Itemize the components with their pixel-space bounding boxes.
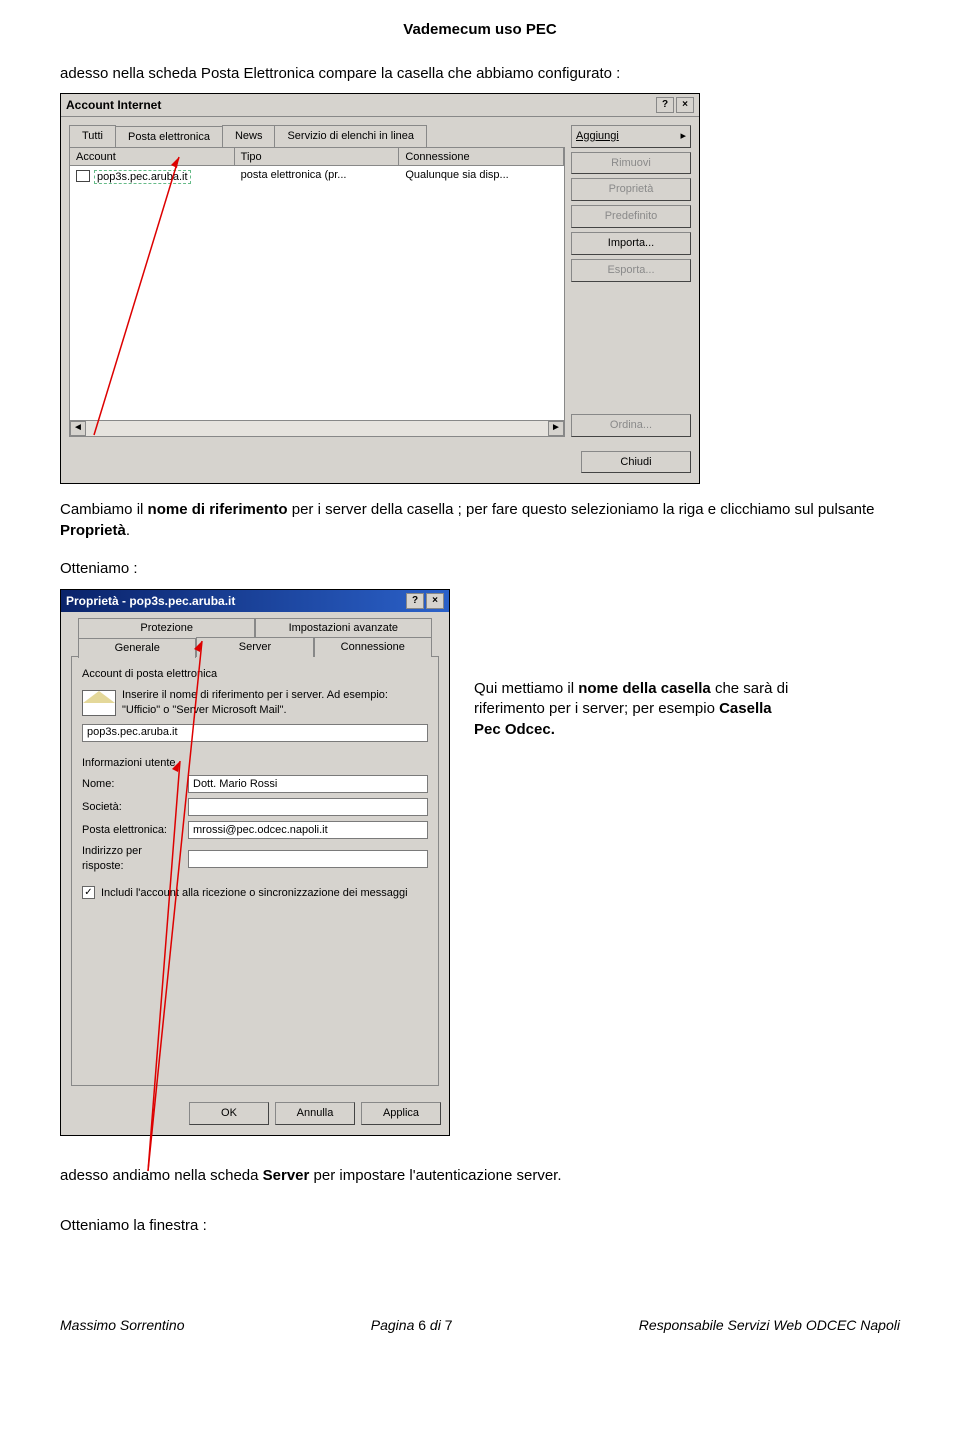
screenshot-account-internet: Account Internet ? × Tutti Posta elettro…: [60, 93, 900, 485]
esporta-button: Esporta...: [571, 259, 691, 282]
page-footer: Massimo Sorrentino Pagina 6 di 7 Respons…: [60, 1316, 900, 1335]
ordina-button: Ordina...: [571, 414, 691, 437]
close-button[interactable]: ×: [426, 593, 444, 609]
annulla-button[interactable]: Annulla: [275, 1102, 355, 1125]
predefinito-button: Predefinito: [571, 205, 691, 228]
close-button[interactable]: ×: [676, 97, 694, 113]
label-posta: Posta elettronica:: [82, 823, 182, 838]
chiudi-button[interactable]: Chiudi: [581, 451, 691, 474]
help-button[interactable]: ?: [656, 97, 674, 113]
help-button[interactable]: ?: [406, 593, 424, 609]
paragraph-server-tab: adesso andiamo nella scheda Server per i…: [60, 1166, 900, 1186]
footer-mid: Pagina 6 di 7: [371, 1316, 453, 1335]
tab-server[interactable]: Server: [196, 637, 314, 657]
rimuovi-button: Rimuovi: [571, 152, 691, 175]
tab-posta[interactable]: Posta elettronica: [115, 126, 223, 148]
tab-tutti[interactable]: Tutti: [69, 125, 116, 147]
posta-field[interactable]: mrossi@pec.odcec.napoli.it: [188, 821, 428, 839]
section-account: Account di posta elettronica: [82, 667, 428, 682]
titlebar: Account Internet ? ×: [61, 94, 699, 117]
label-societa: Società:: [82, 800, 182, 815]
footer-right: Responsabile Servizi Web ODCEC Napoli: [639, 1316, 900, 1335]
doc-title: Vademecum uso PEC: [60, 20, 900, 40]
scroll-left-icon[interactable]: ◄: [70, 421, 86, 436]
col-tipo: Tipo: [235, 148, 400, 165]
section-user: Informazioni utente: [82, 756, 428, 771]
cell-tipo: posta elettronica (pr...: [235, 166, 400, 184]
col-connessione: Connessione: [399, 148, 564, 165]
window-title: Account Internet: [66, 97, 654, 113]
cell-conn: Qualunque sia disp...: [399, 166, 564, 184]
scroll-right-icon[interactable]: ►: [548, 421, 564, 436]
tab-news[interactable]: News: [222, 125, 276, 147]
account-icon: [76, 170, 90, 182]
nome-field[interactable]: Dott. Mario Rossi: [188, 775, 428, 793]
cell-account: pop3s.pec.aruba.it: [94, 170, 191, 184]
tab-protezione[interactable]: Protezione: [78, 618, 255, 638]
ok-button[interactable]: OK: [189, 1102, 269, 1125]
tab-servizio[interactable]: Servizio di elenchi in linea: [274, 125, 427, 147]
paragraph-change-name: Cambiamo il nome di riferimento per i se…: [60, 500, 900, 541]
tab-generale[interactable]: Generale: [78, 638, 196, 658]
include-label: Includi l'account alla ricezione o sincr…: [101, 886, 408, 901]
label-risposte: Indirizzo per risposte:: [82, 844, 182, 874]
societa-field[interactable]: [188, 798, 428, 816]
tab-connessione[interactable]: Connessione: [314, 637, 432, 657]
col-account: Account: [70, 148, 235, 165]
proprieta-button: Proprietà: [571, 178, 691, 201]
otteniamo-label: Otteniamo :: [60, 559, 900, 579]
tab-avanzate[interactable]: Impostazioni avanzate: [255, 618, 432, 638]
account-help-text: Inserire il nome di riferimento per i se…: [122, 688, 388, 718]
titlebar: Proprietà - pop3s.pec.aruba.it ? ×: [61, 590, 449, 612]
account-name-field[interactable]: pop3s.pec.aruba.it: [82, 724, 428, 742]
window-title: Proprietà - pop3s.pec.aruba.it: [66, 593, 404, 609]
account-list: Account Tipo Connessione pop3s.pec.aruba…: [69, 147, 565, 437]
intro-paragraph: adesso nella scheda Posta Elettronica co…: [60, 64, 900, 84]
tab-strip: Tutti Posta elettronica News Servizio di…: [69, 125, 565, 147]
annotation-text: Qui mettiamo il nome della casella che s…: [474, 589, 794, 740]
applica-button[interactable]: Applica: [361, 1102, 441, 1125]
dialog-account-internet: Account Internet ? × Tutti Posta elettro…: [60, 93, 700, 485]
list-item[interactable]: pop3s.pec.aruba.it posta elettronica (pr…: [70, 166, 564, 184]
envelope-icon: [82, 690, 116, 716]
scrollbar-horizontal[interactable]: ◄ ►: [70, 420, 564, 436]
label-nome: Nome:: [82, 777, 182, 792]
dialog-proprieta: Proprietà - pop3s.pec.aruba.it ? × Prote…: [60, 589, 450, 1136]
otteniamo-label-2: Otteniamo la finestra :: [60, 1216, 900, 1236]
include-checkbox[interactable]: ✓: [82, 886, 95, 899]
aggiungi-button[interactable]: Aggiungi▸: [571, 125, 691, 148]
footer-left: Massimo Sorrentino: [60, 1316, 185, 1335]
importa-button[interactable]: Importa...: [571, 232, 691, 255]
risposte-field[interactable]: [188, 850, 428, 868]
